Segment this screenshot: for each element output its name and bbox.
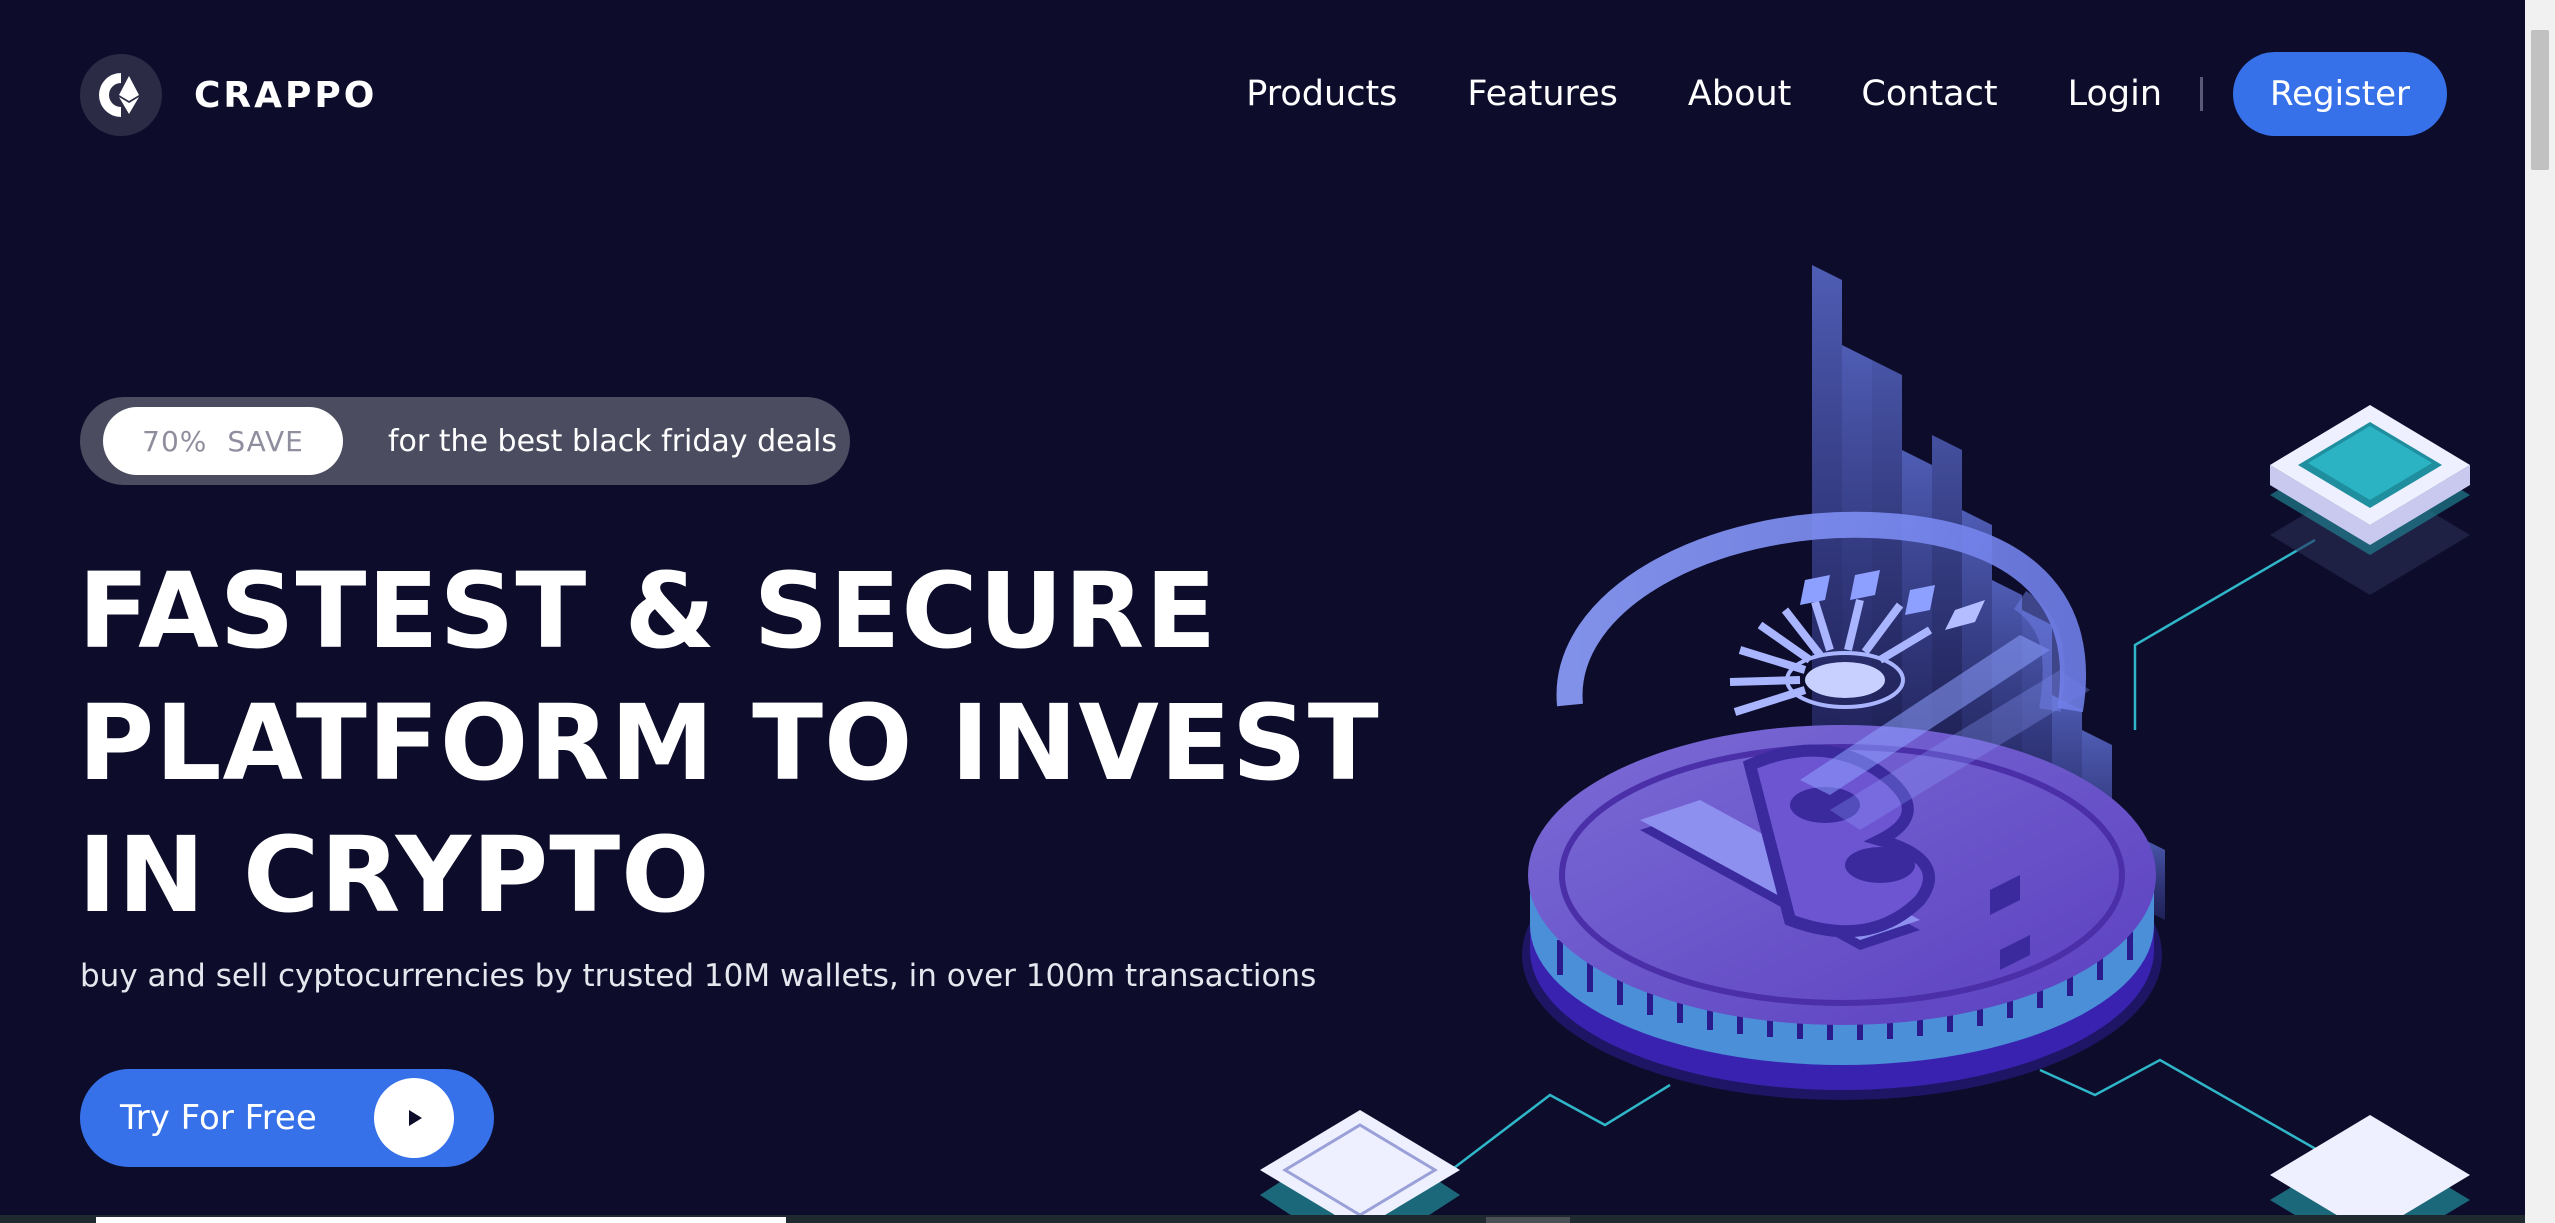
landing-page: CRAPPO Products Features About Contact L…: [0, 0, 2525, 1223]
promo-banner[interactable]: 70% SAVE for the best black friday deals: [80, 397, 850, 485]
play-button[interactable]: [374, 1078, 454, 1158]
main-nav: Products Features About Contact Login Re…: [1246, 52, 2447, 136]
logo-badge: [80, 54, 162, 136]
headline-line: FASTEST & SECURE: [78, 550, 1218, 672]
promo-save: SAVE: [227, 424, 304, 458]
hero-subtext: buy and sell cyptocurrencies by trusted …: [80, 958, 1317, 994]
nav-login[interactable]: Login: [2068, 74, 2162, 114]
scrollbar-thumb[interactable]: [2531, 30, 2549, 170]
headline-line: IN CRYPTO: [78, 814, 711, 936]
nav-contact[interactable]: Contact: [1861, 74, 1997, 114]
try-for-free-label: Try For Free: [120, 1098, 317, 1138]
tile-bottom-right: [2270, 1115, 2470, 1223]
try-for-free-button[interactable]: Try For Free: [80, 1069, 494, 1167]
nav-about[interactable]: About: [1688, 74, 1791, 114]
register-button[interactable]: Register: [2233, 52, 2447, 136]
isometric-bitcoin-coin-illustration: [1260, 265, 2470, 1223]
ethereum-logo-icon: [99, 73, 139, 117]
hero-headline: FASTEST & SECURE PLATFORM TO INVEST IN C…: [78, 545, 1380, 941]
tile-bottom-left: [1260, 1110, 1460, 1223]
nav-features[interactable]: Features: [1467, 74, 1618, 114]
promo-percent: 70%: [142, 424, 208, 458]
play-icon: [409, 1110, 422, 1126]
nav-products[interactable]: Products: [1246, 74, 1397, 114]
brand-name: CRAPPO: [194, 74, 378, 116]
tile-top-right: [2270, 405, 2470, 595]
promo-badge: 70% SAVE: [103, 407, 343, 475]
promo-text: for the best black friday deals: [388, 423, 837, 459]
vertical-scrollbar[interactable]: [2525, 0, 2555, 1223]
bottom-strip-marker: [1486, 1217, 1570, 1223]
bottom-strip-highlight: [96, 1217, 786, 1223]
headline-line: PLATFORM TO INVEST: [78, 682, 1380, 804]
nav-divider: [2200, 77, 2203, 111]
brand-logo[interactable]: CRAPPO: [80, 54, 377, 136]
